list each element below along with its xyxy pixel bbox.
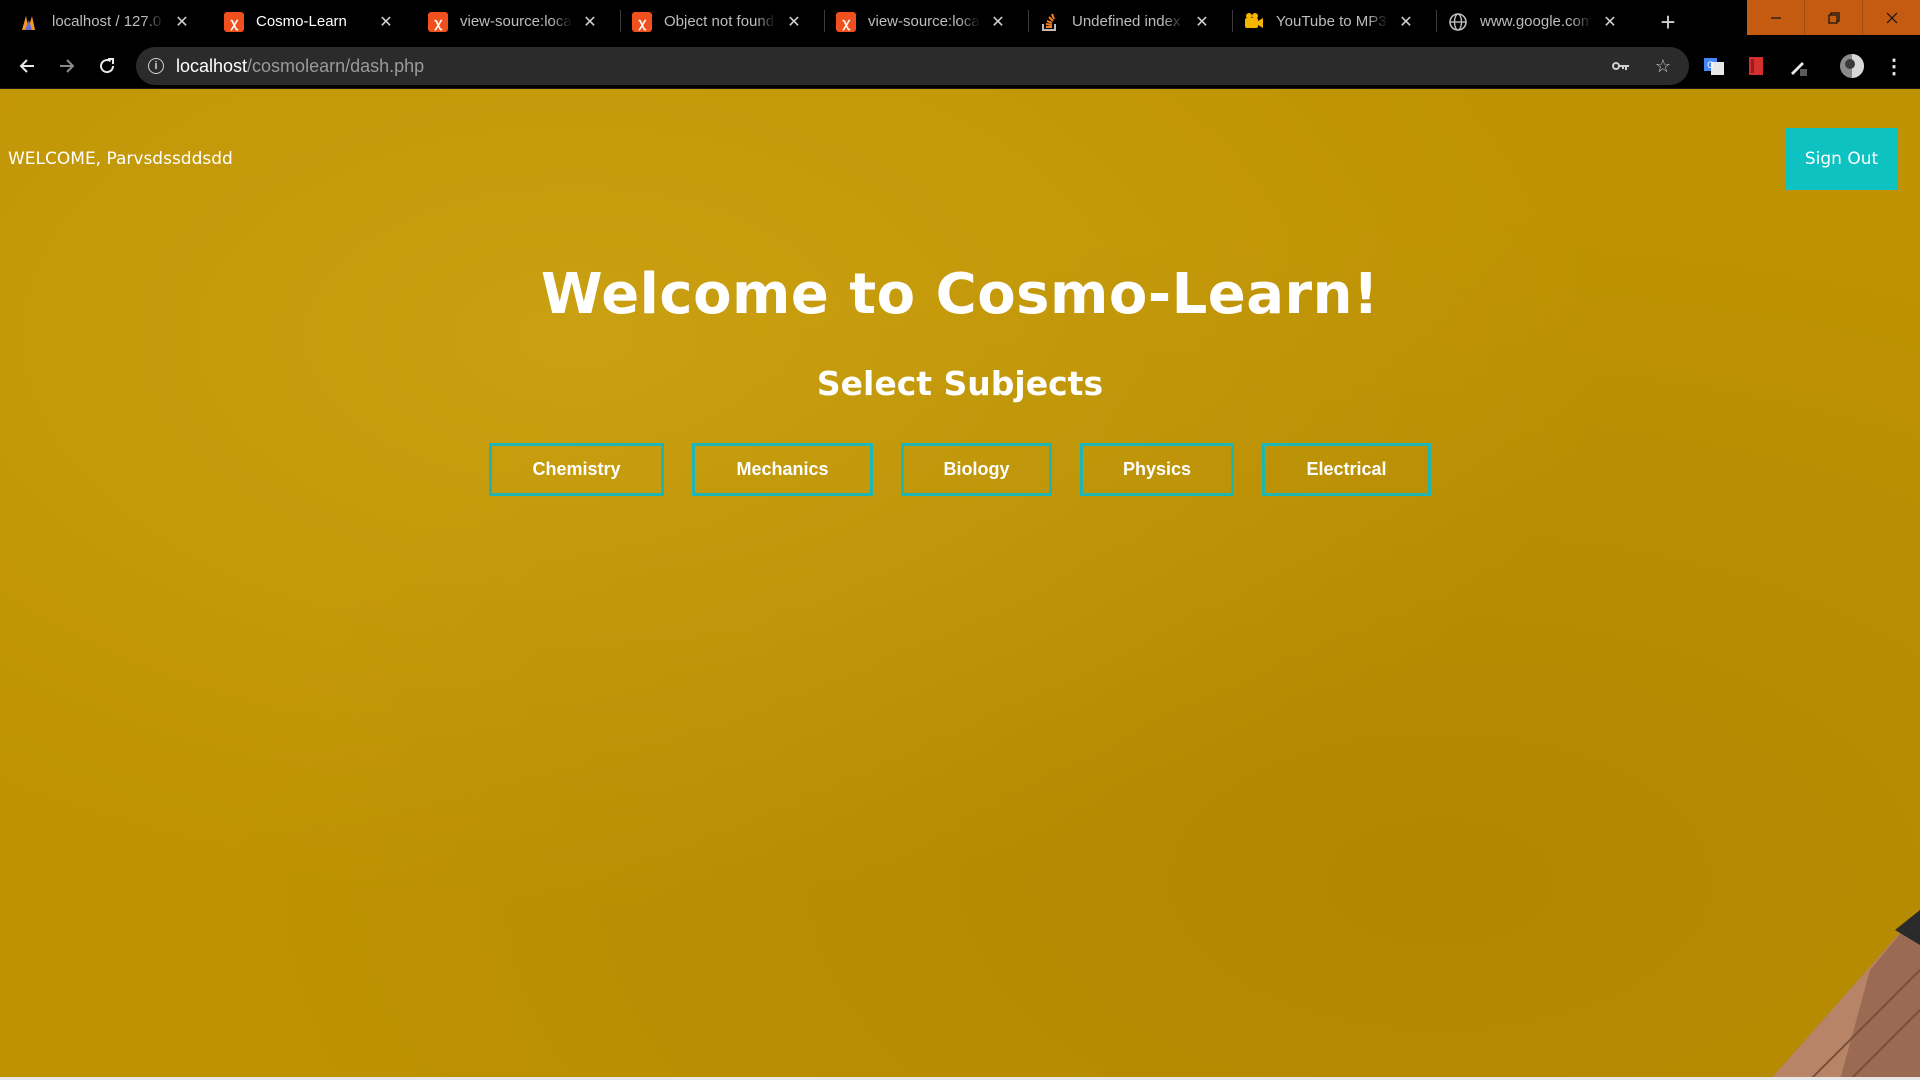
- tab-separator: [620, 10, 621, 32]
- reload-button[interactable]: [91, 50, 123, 82]
- svg-text:G: G: [1707, 61, 1714, 71]
- browser-toolbar: i localhost/cosmolearn/dash.php ☆ G ⋮: [0, 43, 1920, 89]
- close-icon[interactable]: ✕: [1192, 12, 1212, 32]
- subject-button-electrical[interactable]: Electrical: [1262, 443, 1431, 496]
- subject-button-mechanics[interactable]: Mechanics: [692, 443, 873, 496]
- tab-phpmyadmin[interactable]: localhost / 127.0.0.1 ✕: [0, 0, 204, 43]
- subject-button-biology[interactable]: Biology: [901, 443, 1052, 496]
- stackoverflow-icon: [1040, 12, 1060, 32]
- xampp-icon: ꭓ: [428, 11, 448, 32]
- back-button[interactable]: [11, 50, 43, 82]
- reload-icon: [100, 58, 115, 74]
- tab-undefined-index[interactable]: Undefined index w ✕: [1020, 0, 1224, 43]
- select-subjects-heading: Select Subjects: [816, 364, 1104, 403]
- avatar[interactable]: [1838, 52, 1866, 80]
- window-controls: [1747, 0, 1920, 35]
- tab-object-not-found[interactable]: ꭓ Object not found! ✕: [612, 0, 816, 43]
- pen-extension-icon[interactable]: [1784, 52, 1812, 80]
- key-icon[interactable]: [1607, 52, 1635, 80]
- menu-kebab-icon[interactable]: ⋮: [1880, 52, 1908, 80]
- close-icon[interactable]: ✕: [784, 12, 804, 32]
- book-extension-icon[interactable]: [1742, 52, 1770, 80]
- minimize-button[interactable]: [1747, 0, 1804, 35]
- dashboard-page: WELCOME, Parvsdssddsdd Sign Out Welcome …: [0, 89, 1920, 1080]
- back-arrow-icon: [19, 59, 34, 73]
- close-window-button[interactable]: [1862, 0, 1920, 35]
- translate-icon[interactable]: G: [1700, 52, 1728, 80]
- subject-button-physics[interactable]: Physics: [1080, 443, 1234, 496]
- tab-separator: [1232, 10, 1233, 32]
- page-title: Welcome to Cosmo-Learn!: [540, 262, 1380, 327]
- close-icon[interactable]: ✕: [580, 12, 600, 32]
- url-text[interactable]: localhost/cosmolearn/dash.php: [176, 56, 1593, 77]
- close-icon[interactable]: ✕: [172, 12, 192, 32]
- xampp-icon: ꭓ: [836, 11, 856, 32]
- tab-strip: localhost / 127.0.0.1 ✕ ꭓ Cosmo-Learn ✕ …: [0, 0, 1920, 43]
- tab-separator: [1436, 10, 1437, 32]
- tab-cosmo-learn[interactable]: ꭓ Cosmo-Learn ✕: [204, 0, 408, 43]
- tab-separator: [824, 10, 825, 32]
- close-icon[interactable]: ✕: [988, 12, 1008, 32]
- site-info-icon[interactable]: i: [148, 58, 164, 74]
- tab-separator: [1028, 10, 1029, 32]
- converter-icon: [1244, 12, 1264, 32]
- xampp-icon: ꭓ: [224, 11, 244, 32]
- forward-arrow-icon: [60, 59, 75, 73]
- close-icon[interactable]: ✕: [1396, 12, 1416, 32]
- close-icon[interactable]: ✕: [376, 12, 396, 32]
- tab-youtube-to-mp3[interactable]: YouTube to MP3 C ✕: [1224, 0, 1428, 43]
- subject-button-group: Chemistry Mechanics Biology Physics Elec…: [0, 443, 1920, 496]
- address-bar[interactable]: i localhost/cosmolearn/dash.php ☆: [136, 47, 1689, 85]
- bookmark-star-icon[interactable]: ☆: [1649, 52, 1677, 80]
- welcome-user-text: WELCOME, Parvsdssddsdd: [8, 149, 233, 169]
- tab-google[interactable]: www.google.com ✕: [1428, 0, 1632, 43]
- xampp-icon: ꭓ: [632, 11, 652, 32]
- new-tab-button[interactable]: +: [1652, 6, 1684, 38]
- forward-button[interactable]: [51, 50, 83, 82]
- sign-out-button[interactable]: Sign Out: [1785, 128, 1898, 190]
- globe-icon: [1448, 12, 1468, 32]
- tab-view-source-1[interactable]: ꭓ view-source:localhost ✕: [408, 0, 612, 43]
- phpmyadmin-icon: [20, 12, 40, 32]
- tab-view-source-2[interactable]: ꭓ view-source:localhost ✕: [816, 0, 1020, 43]
- restore-button[interactable]: [1804, 0, 1862, 35]
- close-icon[interactable]: ✕: [1600, 12, 1620, 32]
- pencil-illustration: [1770, 910, 1920, 1080]
- subject-button-chemistry[interactable]: Chemistry: [489, 443, 664, 496]
